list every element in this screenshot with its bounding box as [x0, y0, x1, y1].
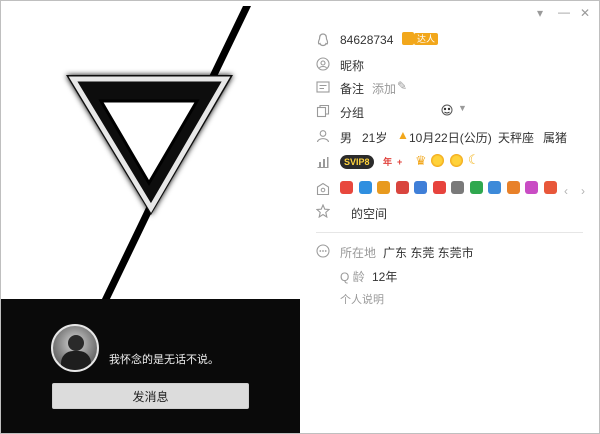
box-icon[interactable] — [525, 181, 538, 194]
qage-row: Q 龄 12年 — [300, 264, 585, 286]
profile-cover-panel: 我怀念的是无话不说。 发消息 — [1, 1, 300, 433]
level-chart-icon — [316, 155, 330, 169]
edit-pencil-icon[interactable]: ✎ — [397, 79, 407, 93]
nickname-row: 昵称 — [300, 52, 585, 74]
basic-info-row: 男 21岁 ▲ 10月22日(公历) 天秤座 属猪 — [300, 124, 585, 146]
location-label: 所在地 — [340, 246, 377, 260]
location-row: 所在地 广东 东莞 东莞市 — [300, 240, 585, 262]
cover-image — [1, 1, 300, 301]
paint-icon[interactable] — [377, 181, 390, 194]
user-circle-icon — [316, 57, 330, 71]
qzone-row: 的空间 — [300, 201, 585, 223]
bio-label: 个人说明 — [340, 294, 384, 306]
svip-plus-badge: + — [397, 157, 403, 167]
gender-text: 男 — [340, 131, 353, 145]
gift-icon[interactable] — [432, 181, 446, 194]
leaf-icon[interactable] — [469, 181, 483, 194]
group-row: 分组 ▼ — [300, 99, 585, 121]
services-prev-icon[interactable]: ‹ — [564, 184, 568, 198]
qq-number: 84628734 — [340, 33, 394, 47]
person-icon — [316, 129, 330, 143]
expert-badge[interactable]: 达人 — [414, 33, 439, 45]
qq-penguin-icon — [316, 33, 330, 47]
remark-label: 备注 — [340, 82, 365, 96]
expert-icon — [402, 32, 414, 45]
remark-row: 备注 添加 ✎ — [300, 76, 585, 98]
sun-icon — [431, 154, 444, 167]
moon-icon: ☾ — [468, 152, 480, 167]
camera-icon[interactable] — [488, 181, 501, 194]
star-icon[interactable] — [414, 181, 427, 194]
gift-box-outline-icon — [316, 182, 330, 196]
close-icon[interactable]: ✕ — [580, 6, 590, 20]
send-message-button[interactable]: 发消息 — [52, 383, 249, 409]
fire-icon[interactable] — [543, 181, 557, 194]
more-circle-icon — [316, 244, 330, 258]
group-dropdown-arrow-icon[interactable]: ▼ — [458, 103, 467, 113]
game-icon[interactable] — [358, 181, 372, 194]
birthday-text: 10月22日(公历) — [409, 131, 492, 145]
id-card-icon — [316, 80, 330, 94]
services-next-icon[interactable]: › — [581, 184, 585, 198]
remark-add-link[interactable]: 添加 — [372, 80, 396, 97]
svip-badge[interactable]: SVIP8 — [340, 155, 374, 169]
qage-value: 12年 — [372, 270, 398, 284]
signature-text: 我怀念的是无话不说。 — [109, 354, 219, 366]
group-select-icon[interactable] — [441, 103, 453, 116]
qq-number-row: 84628734 达人 — [300, 29, 585, 51]
hat-icon[interactable] — [506, 181, 520, 194]
sun-icon — [450, 154, 463, 167]
birthday-cake-icon: ▲ — [397, 128, 409, 142]
qzone-link[interactable]: 的空间 — [351, 205, 387, 222]
svip-year-badge: 年 — [383, 157, 393, 167]
dropdown-menu-icon[interactable]: ▾ — [537, 6, 543, 20]
location-value: 广东 东莞 东莞市 — [383, 246, 474, 260]
qage-label: Q 龄 — [340, 270, 365, 284]
zodiac-text: 天秤座 — [498, 131, 535, 145]
group-label: 分组 — [340, 106, 365, 120]
heart-icon[interactable] — [340, 181, 353, 194]
crown-icon: ♛ — [415, 153, 427, 168]
chinese-zodiac-text: 属猪 — [543, 131, 568, 145]
group-icon — [316, 104, 330, 118]
nickname-label: 昵称 — [340, 59, 365, 73]
section-divider — [316, 232, 583, 233]
mail-icon[interactable] — [451, 181, 464, 194]
bio-row: 个人说明 — [300, 287, 585, 309]
star-outline-icon — [315, 203, 331, 219]
profile-info-panel: ▾ — ✕ 84628734 达人 昵称 备注 添加 ✎ 分组 ▼ 男 21岁 … — [300, 1, 599, 433]
profile-window: 我怀念的是无话不说。 发消息 ▾ — ✕ 84628734 达人 昵称 备注 添… — [0, 0, 600, 434]
age-text: 21岁 — [362, 131, 388, 145]
music-icon[interactable] — [395, 181, 409, 194]
minimize-icon[interactable]: — — [558, 5, 570, 19]
avatar[interactable] — [51, 324, 99, 372]
